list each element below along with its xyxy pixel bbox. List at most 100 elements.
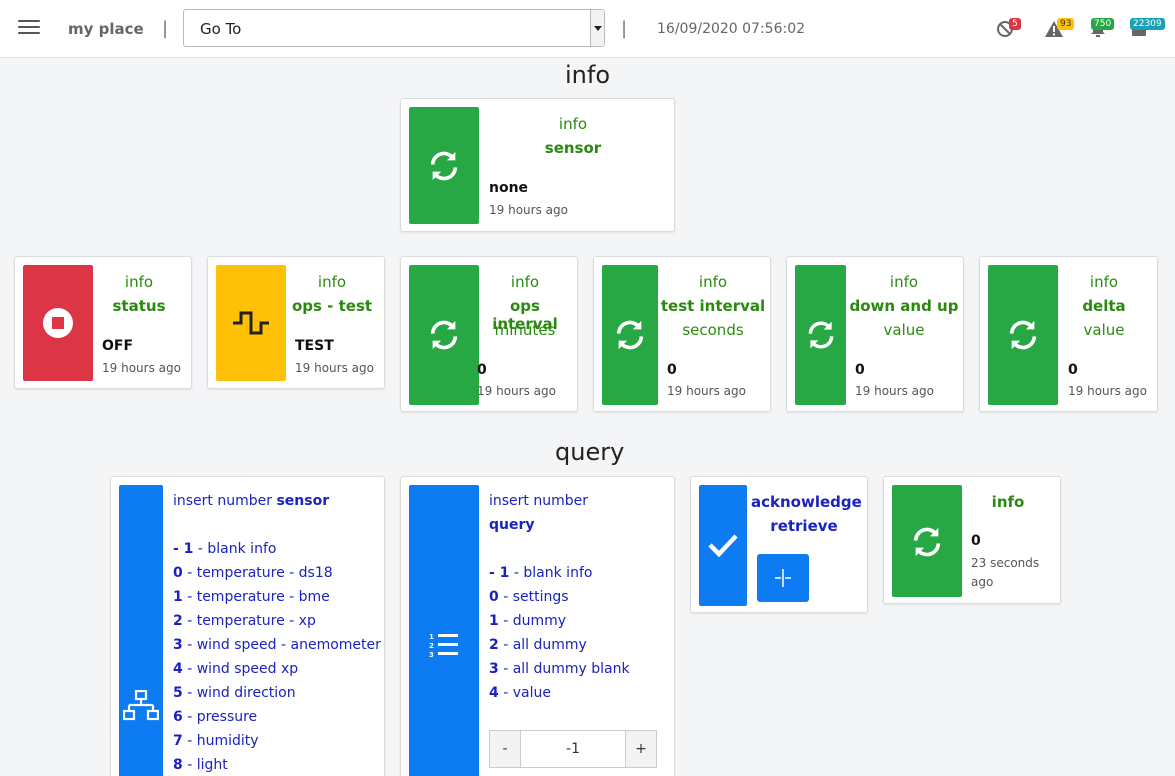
refresh-tile[interactable] [602, 265, 658, 405]
svg-text:2: 2 [429, 642, 434, 650]
retrieve-icon [775, 569, 791, 587]
card-label: info [991, 493, 1025, 511]
card-value: 0 [855, 362, 865, 378]
card-title: test interval [660, 297, 766, 315]
goto-select-value: Go To [200, 20, 242, 38]
network-icon [123, 690, 159, 721]
card-label: info [558, 115, 588, 133]
refresh-icon [430, 320, 458, 350]
acknowledge-card[interactable]: acknowledge retrieve [690, 476, 868, 613]
card-timestamp: 19 hours ago [477, 384, 556, 398]
refresh-icon [1009, 320, 1037, 350]
list-item: 3 - all dummy blank [489, 661, 630, 677]
refresh-tile[interactable] [892, 485, 962, 597]
query-title-line1: insert number [489, 493, 589, 509]
card-value: 0 [667, 362, 677, 378]
svg-text:1: 1 [429, 633, 434, 641]
refresh-icon [616, 320, 644, 350]
card-label: info [317, 273, 347, 291]
card-unit: seconds [682, 321, 744, 339]
info-card[interactable]: info 0 23 seconds ago [883, 476, 1061, 604]
list-item: - 1 - blank info [489, 565, 593, 581]
refresh-tile[interactable] [988, 265, 1058, 405]
refresh-tile[interactable] [409, 107, 479, 224]
card-timestamp: 23 seconds [971, 556, 1040, 570]
card-value: TEST [295, 338, 334, 354]
list-item: 2 - all dummy [489, 637, 587, 653]
test-interval-card[interactable]: info test interval seconds 0 19 hours ag… [593, 256, 771, 412]
sensor-query-card[interactable]: insert number sensor - 1 - blank info 0 … [110, 476, 385, 776]
decrement-button[interactable]: - [489, 730, 521, 768]
blocked-badge: 5 [1009, 18, 1021, 30]
list-item: 1 - temperature - bme [173, 589, 330, 605]
card-label: info [1089, 273, 1119, 291]
card-value: none [489, 180, 529, 196]
list-item: 0 - settings [489, 589, 569, 605]
top-bar: my place | Go To | 16/09/2020 07:56:02 5… [0, 0, 1175, 58]
card-title: down and up [849, 297, 959, 315]
query-title-line2: query [489, 517, 535, 533]
card-timestamp: 19 hours ago [1068, 384, 1147, 398]
refresh-tile[interactable] [409, 265, 479, 405]
status-card[interactable]: info status OFF 19 hours ago [14, 256, 192, 389]
goto-select[interactable]: Go To [183, 9, 605, 47]
card-value: 0 [477, 362, 487, 378]
sensor-card[interactable]: info sensor none 19 hours ago [400, 98, 675, 232]
card-timestamp: 19 hours ago [489, 203, 568, 217]
section-title-info: info [565, 61, 611, 89]
quantity-stepper: - -1 + [489, 730, 658, 768]
card-title: delta [1082, 297, 1126, 315]
card-unit: value [1083, 321, 1125, 339]
list-item: 3 - wind speed - anemometer [173, 637, 381, 653]
down-up-card[interactable]: info down and up value 0 19 hours ago [786, 256, 964, 412]
query-number-input[interactable]: -1 [521, 730, 625, 768]
retrieve-label: retrieve [770, 517, 838, 535]
signal-tile[interactable] [216, 265, 286, 381]
ordered-list-icon: 1 2 3 [429, 633, 458, 659]
card-label: info [889, 273, 919, 291]
card-timestamp: 19 hours ago [855, 384, 934, 398]
card-value: 0 [971, 533, 981, 549]
refresh-icon [430, 151, 458, 181]
list-item: 0 - temperature - ds18 [173, 565, 333, 581]
ops-interval-card[interactable]: info ops interval minutes 0 19 hours ago [400, 256, 578, 412]
brand-name[interactable]: my place [68, 20, 144, 38]
events-notification[interactable]: 750 [1090, 16, 1118, 44]
increment-button[interactable]: + [625, 730, 657, 768]
card-timestamp: 19 hours ago [667, 384, 746, 398]
blocked-notification[interactable]: 5 [996, 16, 1024, 44]
acknowledge-label: acknowledge [751, 493, 862, 511]
list-item: 6 - pressure [173, 709, 258, 725]
card-timestamp: 19 hours ago [102, 361, 181, 375]
card-title: status [112, 297, 166, 315]
card-title: ops - test [291, 297, 373, 315]
refresh-icon [808, 321, 834, 349]
square-wave-icon [233, 311, 269, 335]
warnings-notification[interactable]: 93 [1044, 16, 1075, 44]
chevron-down-icon[interactable] [590, 10, 604, 46]
retrieve-button[interactable] [757, 554, 809, 602]
delta-card[interactable]: info delta value 0 19 hours ago [979, 256, 1158, 412]
card-label: info [698, 273, 728, 291]
refresh-icon [913, 527, 941, 557]
warnings-badge: 93 [1057, 18, 1075, 30]
card-value: 0 [1068, 362, 1078, 378]
refresh-tile[interactable] [795, 265, 846, 405]
network-tile[interactable] [119, 485, 163, 776]
card-title: sensor [544, 139, 602, 157]
list-item: 5 - wind direction [173, 685, 296, 701]
list-item: - 1 - blank info [173, 541, 277, 557]
list-item: 8 - light [173, 757, 228, 773]
stop-icon [43, 308, 73, 338]
current-datetime: 16/09/2020 07:56:02 [657, 21, 806, 37]
list-item: 4 - wind speed xp [173, 661, 299, 677]
messages-notification[interactable]: 22309 [1130, 16, 1165, 44]
query-card[interactable]: 1 2 3 insert number query - 1 - blank in… [400, 476, 675, 776]
menu-icon[interactable] [18, 20, 40, 38]
card-label: info [124, 273, 154, 291]
list-item: 4 - value [489, 685, 551, 701]
stop-tile[interactable] [23, 265, 93, 381]
ordered-list-tile[interactable]: 1 2 3 [409, 485, 479, 776]
ops-test-card[interactable]: info ops - test TEST 19 hours ago [207, 256, 385, 389]
check-tile[interactable] [699, 485, 747, 606]
